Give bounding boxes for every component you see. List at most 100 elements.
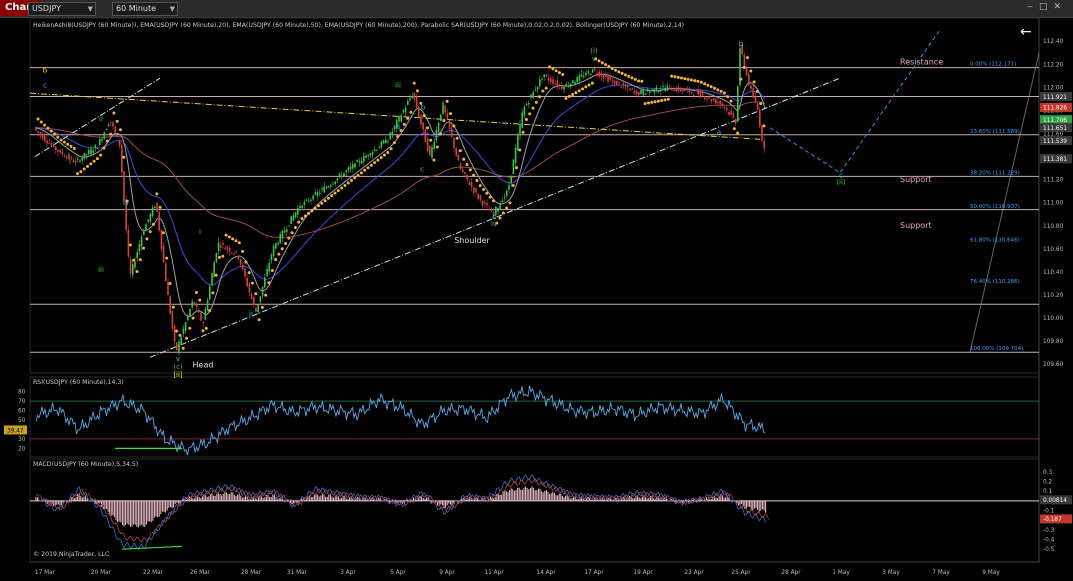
sar-dot xyxy=(76,172,80,176)
macd-panel-title: MACD(USDJPY (60 Minute),5,34,5) xyxy=(33,461,138,468)
back-arrow-icon[interactable]: ← xyxy=(1020,24,1032,40)
candle-body xyxy=(468,182,471,185)
sar-dot xyxy=(72,146,76,150)
candle-body xyxy=(675,88,677,92)
price-tick-label: 111.00 xyxy=(1043,201,1064,207)
candle-body xyxy=(112,122,114,127)
sar-dot xyxy=(251,281,254,285)
candle-body xyxy=(92,150,94,154)
wave-label: a xyxy=(396,123,400,131)
sar-dot xyxy=(310,209,314,213)
sar-dot xyxy=(194,290,198,294)
candle-body xyxy=(127,230,130,257)
candle-body xyxy=(624,85,627,88)
price-tick-label: 112.40 xyxy=(1043,39,1064,45)
candle-body xyxy=(453,138,455,149)
candle-body xyxy=(378,147,380,149)
sar-dot xyxy=(412,81,416,85)
candle-body xyxy=(365,155,367,158)
candle-body xyxy=(690,91,693,93)
sar-dot xyxy=(660,99,664,103)
sar-dot xyxy=(498,216,502,220)
sar-dot xyxy=(703,82,707,86)
price-panel xyxy=(29,17,1040,374)
sar-dot xyxy=(742,65,746,69)
candle-body xyxy=(708,97,710,99)
candle-body xyxy=(165,263,167,282)
candle-body xyxy=(281,230,284,239)
candle-body xyxy=(699,90,702,98)
date-tick-label: 1 May xyxy=(832,570,850,576)
candle-body xyxy=(715,98,717,104)
sar-dot xyxy=(689,78,693,82)
candle-body xyxy=(457,154,460,161)
candle-body xyxy=(677,86,680,91)
sar-dot xyxy=(548,65,551,69)
candle-body xyxy=(569,83,572,87)
sar-dot xyxy=(600,61,604,65)
sar-dot xyxy=(188,326,192,330)
macd-value-label: 0.00814 xyxy=(1043,498,1067,504)
sar-dot xyxy=(488,195,492,199)
candle-body xyxy=(204,309,207,320)
candle-body xyxy=(66,157,68,159)
chart-canvas[interactable]: HeikenAshi8(USDJPY (60 Minute)), EMA(USD… xyxy=(0,0,1073,581)
sar-dot xyxy=(158,205,162,209)
wave-label: iv xyxy=(123,199,129,207)
candle-body xyxy=(140,236,143,247)
candle-body xyxy=(627,86,629,88)
candle-body xyxy=(633,90,636,94)
candle-body xyxy=(99,138,101,145)
sar-dot xyxy=(346,181,350,185)
sar-dot xyxy=(699,80,703,84)
candle-body xyxy=(574,82,576,84)
candle-body xyxy=(629,88,631,91)
candle-body xyxy=(301,205,303,208)
sar-dot xyxy=(191,316,195,320)
candle-body xyxy=(154,206,156,208)
sar-dot xyxy=(122,155,126,159)
sar-dot xyxy=(49,129,53,133)
sar-dot xyxy=(452,124,456,128)
yellow-trendline xyxy=(29,92,761,140)
candle-body xyxy=(552,79,554,84)
candle-body xyxy=(437,122,440,132)
candle-body xyxy=(180,337,182,345)
candle-body xyxy=(567,85,570,87)
sar-dot xyxy=(508,201,512,205)
candle-body xyxy=(61,151,64,155)
sar-dot xyxy=(290,231,294,235)
candle-body xyxy=(684,89,686,92)
price-tick-label: 110.20 xyxy=(1043,293,1064,299)
sar-dot xyxy=(155,192,159,196)
sar-dot xyxy=(597,59,601,63)
sar-dot xyxy=(472,173,476,177)
candle-body xyxy=(607,75,609,82)
candle-body xyxy=(464,172,466,174)
candle-body xyxy=(211,273,213,286)
candle-body xyxy=(147,219,149,222)
rsi-tick-label: 80 xyxy=(18,390,26,396)
macd-tick-label: 0.2 xyxy=(1043,479,1053,485)
sar-dot xyxy=(247,271,251,275)
candle-body xyxy=(572,80,574,83)
sar-dot xyxy=(112,111,116,115)
sar-dot xyxy=(323,199,327,203)
candle-body xyxy=(237,256,240,259)
candle-body xyxy=(226,246,229,250)
wave-label: (ii) xyxy=(836,178,846,186)
candle-body xyxy=(459,163,462,170)
sar-dot xyxy=(627,74,631,78)
sar-dot xyxy=(128,243,132,247)
candle-body xyxy=(649,91,651,93)
candle-body xyxy=(686,88,688,91)
candle-body xyxy=(151,207,154,216)
candle-body xyxy=(129,259,132,274)
wave-label: i xyxy=(199,228,201,236)
candle-body xyxy=(594,68,596,71)
candle-body xyxy=(411,96,413,98)
sar-dot xyxy=(531,106,535,110)
candle-body xyxy=(209,286,211,300)
candle-body xyxy=(415,96,418,108)
candle-body xyxy=(611,80,614,82)
